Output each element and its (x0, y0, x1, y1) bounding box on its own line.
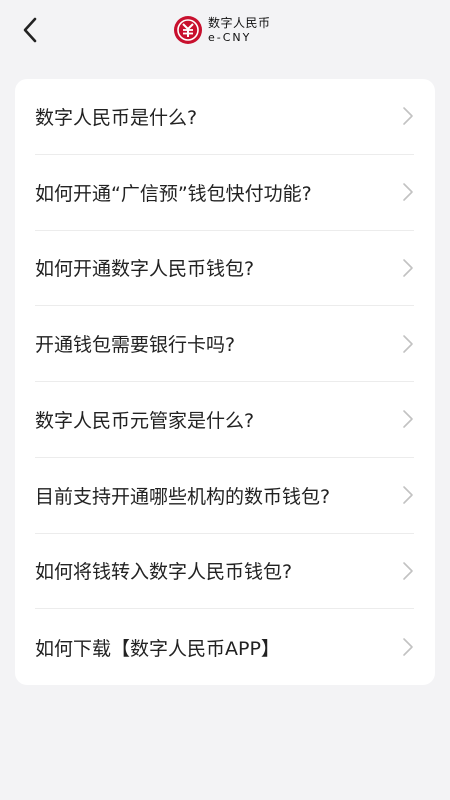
faq-item-label: 如何开通数字人民币钱包? (35, 258, 255, 281)
ecny-logo: 数字人民币 e-CNY (173, 13, 271, 47)
back-button[interactable] (12, 12, 48, 48)
top-bar: 数字人民币 e-CNY (0, 0, 450, 60)
logo-title-en: e-CNY (208, 31, 252, 44)
faq-item-yuan-manager[interactable]: 数字人民币元管家是什么? (35, 382, 414, 458)
chevron-right-icon (403, 486, 413, 504)
faq-item-open-wallet[interactable]: 如何开通数字人民币钱包? (35, 231, 414, 307)
faq-item-label: 开通钱包需要银行卡吗? (35, 334, 236, 357)
faq-item-label: 如何开通“广信预”钱包快付功能? (35, 182, 312, 205)
faq-item-label: 数字人民币是什么? (35, 106, 198, 129)
faq-item-open-quickpay[interactable]: 如何开通“广信预”钱包快付功能? (35, 155, 414, 231)
faq-item-label: 如何将钱转入数字人民币钱包? (35, 561, 293, 584)
chevron-right-icon (403, 638, 413, 656)
faq-item-label: 数字人民币元管家是什么? (35, 409, 255, 432)
faq-item-download-app[interactable]: 如何下载【数字人民币APP】 (35, 609, 414, 685)
chevron-right-icon (403, 562, 413, 580)
logo-text: 数字人民币 e-CNY (208, 17, 271, 43)
faq-item-label: 目前支持开通哪些机构的数币钱包? (35, 485, 331, 508)
faq-item-label: 如何下载【数字人民币APP】 (35, 637, 280, 660)
chevron-left-icon (23, 17, 37, 43)
logo-title-cn: 数字人民币 (208, 16, 271, 30)
ecny-logo-icon (174, 16, 202, 44)
chevron-right-icon (403, 410, 413, 429)
faq-list: 数字人民币是什么? 如何开通“广信预”钱包快付功能? 如何开通数字人民币钱包? … (15, 79, 435, 685)
chevron-right-icon (403, 107, 413, 126)
chevron-right-icon (403, 334, 413, 353)
faq-item-need-bank-card[interactable]: 开通钱包需要银行卡吗? (35, 306, 414, 382)
faq-item-transfer-money[interactable]: 如何将钱转入数字人民币钱包? (35, 534, 414, 610)
chevron-right-icon (403, 259, 413, 277)
faq-item-supported-institutions[interactable]: 目前支持开通哪些机构的数币钱包? (35, 458, 414, 534)
faq-item-what-is-ecny[interactable]: 数字人民币是什么? (35, 79, 414, 155)
chevron-right-icon (403, 183, 413, 201)
